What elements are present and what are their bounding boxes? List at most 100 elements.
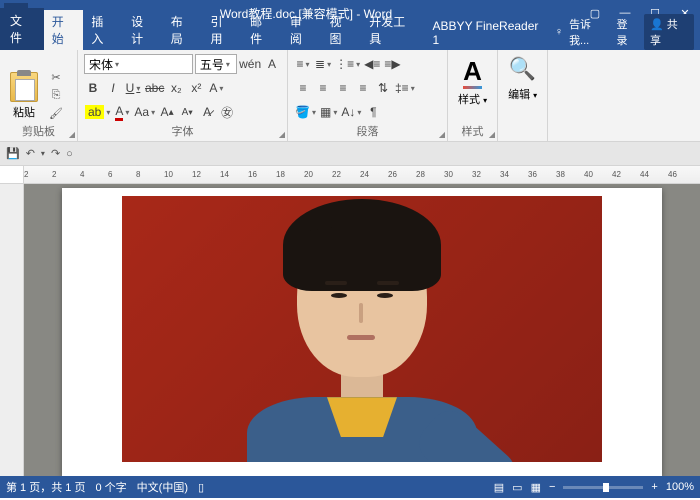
ruler-tick: 32 bbox=[472, 170, 481, 179]
tab-home[interactable]: 开始 bbox=[44, 10, 84, 50]
line-spacing-button[interactable]: ‡≡ bbox=[394, 78, 416, 98]
group-paragraph-label: 段落 bbox=[288, 121, 447, 141]
ruler-tick: 10 bbox=[164, 170, 173, 179]
ruler-tick: 30 bbox=[444, 170, 453, 179]
tab-references[interactable]: 引用 bbox=[202, 10, 242, 50]
align-center-button[interactable]: ≡ bbox=[314, 78, 332, 98]
tab-layout[interactable]: 布局 bbox=[163, 10, 203, 50]
view-read-icon[interactable]: ▭ bbox=[512, 481, 522, 494]
grow-font-button[interactable]: A▴ bbox=[158, 102, 176, 122]
superscript-button[interactable]: x² bbox=[187, 78, 205, 98]
borders-button[interactable]: ▦ bbox=[319, 102, 338, 122]
clipboard-launcher-icon[interactable]: ◢ bbox=[69, 130, 75, 139]
tab-developer[interactable]: 开发工具 bbox=[361, 10, 424, 50]
bullets-button[interactable]: ≡ bbox=[294, 54, 312, 74]
undo-dropdown-icon[interactable]: ▾ bbox=[41, 149, 45, 158]
zoom-in-icon[interactable]: + bbox=[651, 481, 657, 493]
zoom-out-icon[interactable]: − bbox=[549, 481, 555, 493]
find-icon: 🔍 bbox=[509, 56, 536, 82]
shrink-font-button[interactable]: A▾ bbox=[178, 102, 196, 122]
ruler-tick: 36 bbox=[528, 170, 537, 179]
underline-button[interactable]: U bbox=[124, 78, 142, 98]
save-icon[interactable]: 💾 bbox=[6, 147, 20, 160]
editing-button[interactable]: 🔍 编辑 ▾ bbox=[498, 50, 548, 141]
sort-button[interactable]: A↓ bbox=[340, 102, 362, 122]
login-link[interactable]: 登录 bbox=[616, 16, 638, 48]
tab-mailings[interactable]: 邮件 bbox=[242, 10, 282, 50]
styles-button[interactable]: A 样式 ▾ 样式 ◢ bbox=[448, 50, 498, 141]
subscript-button[interactable]: x₂ bbox=[167, 78, 185, 98]
ruler-tick: 42 bbox=[612, 170, 621, 179]
styles-text: 样式 bbox=[458, 94, 480, 106]
group-font-label: 字体 bbox=[78, 121, 287, 141]
decrease-indent-button[interactable]: ◀≡ bbox=[363, 54, 381, 74]
bold-button[interactable]: B bbox=[84, 78, 102, 98]
view-print-icon[interactable]: ▤ bbox=[494, 481, 504, 494]
styles-launcher-icon[interactable]: ◢ bbox=[489, 130, 495, 139]
tab-file[interactable]: 文件 bbox=[0, 8, 44, 50]
zoom-level[interactable]: 100% bbox=[666, 481, 694, 493]
ruler-tick: 18 bbox=[276, 170, 285, 179]
lightbulb-icon: ♀ bbox=[555, 26, 563, 38]
repeat-icon[interactable]: ○ bbox=[66, 148, 73, 160]
font-color-button[interactable]: A bbox=[113, 102, 131, 122]
tab-design[interactable]: 设计 bbox=[123, 10, 163, 50]
view-web-icon[interactable]: ▦ bbox=[531, 481, 541, 494]
ruler-tick: 22 bbox=[332, 170, 341, 179]
text-effects-button[interactable]: A bbox=[207, 78, 225, 98]
group-clipboard-label: 剪贴板 bbox=[0, 121, 77, 141]
copy-icon[interactable]: ⎘ bbox=[46, 88, 66, 104]
align-left-button[interactable]: ≡ bbox=[294, 78, 312, 98]
undo-icon[interactable]: ↶ bbox=[26, 147, 35, 160]
styles-icon: A bbox=[463, 56, 482, 87]
show-marks-button[interactable]: ¶ bbox=[364, 102, 382, 122]
character-border-button[interactable]: A bbox=[263, 54, 281, 74]
change-case-button[interactable]: Aa bbox=[133, 102, 156, 122]
ruler-tick: 20 bbox=[304, 170, 313, 179]
status-language[interactable]: 中文(中国) bbox=[137, 479, 188, 495]
redo-icon[interactable]: ↷ bbox=[51, 147, 60, 160]
ruler-tick: 8 bbox=[136, 170, 140, 179]
ruler-tick: 4 bbox=[80, 170, 84, 179]
tab-view[interactable]: 视图 bbox=[322, 10, 362, 50]
format-painter-icon[interactable]: 🖌 bbox=[46, 106, 66, 122]
clear-format-button[interactable]: A̷ bbox=[198, 102, 216, 122]
ruler-tick: 2 bbox=[52, 170, 56, 179]
editing-text: 编辑 bbox=[508, 89, 530, 101]
font-size-combo[interactable]: 五号 bbox=[195, 54, 237, 74]
italic-button[interactable]: I bbox=[104, 78, 122, 98]
zoom-slider[interactable] bbox=[563, 486, 643, 489]
horizontal-ruler[interactable]: 2246810121416182022242628303234363840424… bbox=[24, 166, 700, 183]
paste-label: 粘贴 bbox=[13, 104, 35, 120]
status-words[interactable]: 0 个字 bbox=[95, 479, 126, 495]
multilevel-button[interactable]: ⋮≡ bbox=[334, 54, 361, 74]
justify-button[interactable]: ≡ bbox=[354, 78, 372, 98]
tell-me-text[interactable]: 告诉我... bbox=[569, 16, 610, 48]
align-right-button[interactable]: ≡ bbox=[334, 78, 352, 98]
page bbox=[62, 188, 662, 476]
font-name-combo[interactable]: 宋体 bbox=[84, 54, 193, 74]
ruler-tick: 14 bbox=[220, 170, 229, 179]
phonetic-guide-button[interactable]: wén bbox=[239, 54, 261, 74]
document-canvas[interactable] bbox=[24, 184, 700, 476]
numbering-button[interactable]: ≣ bbox=[314, 54, 332, 74]
font-launcher-icon[interactable]: ◢ bbox=[279, 130, 285, 139]
ruler-tick: 46 bbox=[668, 170, 677, 179]
strikethrough-button[interactable]: abc bbox=[144, 78, 165, 98]
tab-review[interactable]: 审阅 bbox=[282, 10, 322, 50]
enclose-char-button[interactable]: ㊛ bbox=[218, 102, 236, 122]
tab-insert[interactable]: 插入 bbox=[83, 10, 123, 50]
ruler-tick: 38 bbox=[556, 170, 565, 179]
cut-icon[interactable]: ✂ bbox=[46, 70, 66, 86]
distribute-button[interactable]: ⇅ bbox=[374, 78, 392, 98]
highlight-button[interactable]: ab bbox=[84, 102, 111, 122]
status-page[interactable]: 第 1 页，共 1 页 bbox=[6, 479, 85, 495]
tab-abbyy[interactable]: ABBYY FineReader 1 bbox=[425, 16, 555, 50]
share-button[interactable]: 👤 共享 bbox=[644, 14, 694, 50]
shading-button[interactable]: 🪣 bbox=[294, 102, 317, 122]
document-image[interactable] bbox=[122, 196, 602, 462]
paragraph-launcher-icon[interactable]: ◢ bbox=[439, 130, 445, 139]
ruler-tick: 24 bbox=[360, 170, 369, 179]
vertical-ruler[interactable] bbox=[0, 184, 24, 476]
increase-indent-button[interactable]: ≡▶ bbox=[383, 54, 401, 74]
